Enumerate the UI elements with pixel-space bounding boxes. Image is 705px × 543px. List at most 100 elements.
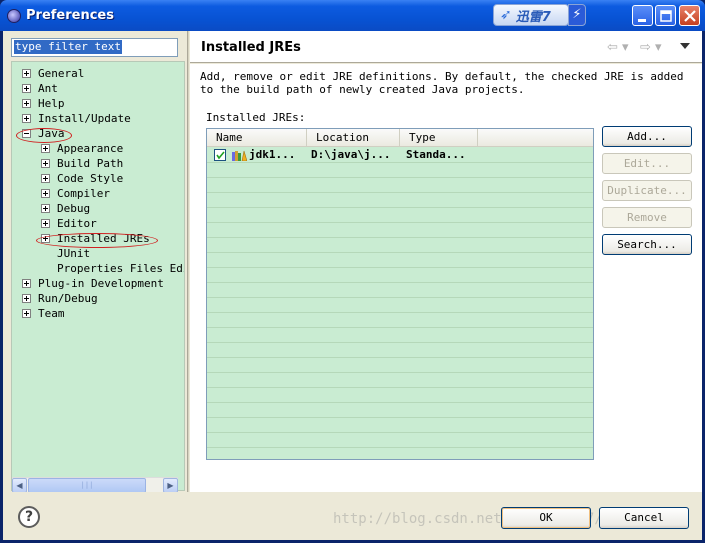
row-gridline	[207, 207, 593, 208]
page-content: Add, remove or edit JRE definitions. By …	[190, 64, 702, 492]
table-row[interactable]: jdk1... D:\java\j... Standa...	[207, 147, 593, 162]
search-button-label: Search...	[617, 238, 677, 251]
dialog-body: type filter text General Ant Help Install/U…	[3, 31, 702, 540]
back-arrow-icon[interactable]: ⇦ ▾	[607, 40, 629, 55]
row-gridline	[207, 312, 593, 313]
maximize-button[interactable]	[655, 5, 676, 26]
row-gridline	[207, 357, 593, 358]
tree-item-label: Run/Debug	[38, 292, 98, 305]
expand-icon[interactable]	[22, 99, 31, 108]
view-menu-icon[interactable]	[680, 43, 690, 49]
filter-text[interactable]: type filter text	[14, 40, 122, 54]
tree-item-label: Debug	[57, 202, 91, 215]
expand-icon[interactable]	[41, 189, 50, 198]
tree-item-label: Install/Update	[38, 112, 131, 125]
scroll-thumb[interactable]: |||	[28, 478, 146, 493]
column-header-name[interactable]: Name	[207, 129, 307, 147]
preference-tree[interactable]: General Ant Help Install/Update Java Appearan…	[11, 61, 185, 491]
annotation-circle-java	[16, 128, 72, 143]
expand-icon[interactable]	[41, 159, 50, 168]
row-gridline	[207, 372, 593, 373]
duplicate-button[interactable]: Duplicate...	[602, 180, 692, 201]
tree-item-label: Ant	[38, 82, 58, 95]
window-title: Preferences	[26, 8, 114, 23]
row-gridline	[207, 162, 593, 163]
row-gridline	[207, 192, 593, 193]
eclipse-icon	[7, 9, 21, 23]
row-gridline	[207, 402, 593, 403]
xunlei-widget[interactable]: ➶ 迅雷7	[493, 4, 569, 26]
row-gridline	[207, 447, 593, 448]
checkmark-icon	[216, 151, 225, 160]
installed-jres-label: Installed JREs:	[206, 111, 306, 124]
preferences-window: Preferences ➶ 迅雷7 ⚡ type filter text Gen…	[0, 0, 705, 543]
forward-arrow-icon[interactable]: ⇨ ▾	[640, 40, 662, 55]
tree-item-label: Plug-in Development	[38, 277, 164, 290]
tree-item-label: Help	[38, 97, 65, 110]
help-icon[interactable]: ?	[18, 506, 40, 528]
row-gridline	[207, 387, 593, 388]
row-gridline	[207, 267, 593, 268]
expand-icon[interactable]	[41, 144, 50, 153]
row-gridline	[207, 237, 593, 238]
xunlei-label: 迅雷7	[515, 9, 551, 25]
expand-icon[interactable]	[22, 294, 31, 303]
tree-item-label: Build Path	[57, 157, 124, 170]
title-bar[interactable]: Preferences ➶ 迅雷7 ⚡	[0, 0, 705, 31]
column-header-type[interactable]: Type	[400, 129, 478, 147]
remove-button-label: Remove	[627, 211, 667, 224]
cancel-button[interactable]: Cancel	[599, 507, 689, 529]
filter-input[interactable]: type filter text	[11, 38, 178, 57]
scroll-left-icon[interactable]: ◀	[12, 478, 27, 493]
minimize-icon	[638, 19, 646, 22]
expand-icon[interactable]	[22, 279, 31, 288]
page-title: Installed JREs	[201, 40, 301, 55]
jre-location-cell: D:\java\j...	[311, 148, 391, 161]
annotation-circle-installed-jres	[36, 233, 158, 248]
page-description: Add, remove or edit JRE definitions. By …	[200, 70, 684, 96]
row-gridline	[207, 432, 593, 433]
expand-icon[interactable]	[41, 204, 50, 213]
add-button[interactable]: Add...	[602, 126, 692, 147]
jre-checkbox[interactable]	[214, 149, 226, 161]
maximize-icon	[660, 10, 672, 22]
close-icon	[684, 10, 696, 22]
pane-splitter[interactable]	[187, 31, 189, 492]
page-header: Installed JREs ⇦ ▾ ⇨ ▾	[190, 31, 702, 63]
row-gridline	[207, 177, 593, 178]
close-button[interactable]	[679, 5, 700, 26]
row-gridline	[207, 417, 593, 418]
scroll-right-icon[interactable]: ▶	[163, 478, 178, 493]
row-gridline	[207, 282, 593, 283]
remove-button[interactable]: Remove	[602, 207, 692, 228]
row-gridline	[207, 252, 593, 253]
table-header: Name Location Type	[207, 129, 593, 147]
tree-horizontal-scrollbar[interactable]: ◀ ||| ▶	[12, 477, 178, 493]
dialog-footer: ? http://blog.csdn.net/u011160657/11 OK …	[3, 492, 702, 540]
expand-icon[interactable]	[22, 114, 31, 123]
expand-icon[interactable]	[41, 174, 50, 183]
expand-icon[interactable]	[22, 309, 31, 318]
tree-item-label: Editor	[57, 217, 97, 230]
edit-button[interactable]: Edit...	[602, 153, 692, 174]
tree-item-label: General	[38, 67, 85, 80]
jre-type-cell: Standa...	[406, 148, 466, 161]
column-header-location[interactable]: Location	[307, 129, 400, 147]
lightning-icon[interactable]: ⚡	[568, 4, 586, 26]
jre-library-icon	[232, 150, 247, 161]
jre-table[interactable]: Name Location Type jdk1... D:\java\j... …	[206, 128, 594, 460]
add-button-label: Add...	[627, 130, 667, 143]
tree-item-label: Code Style	[57, 172, 124, 185]
duplicate-button-label: Duplicate...	[607, 184, 687, 197]
tree-item-label: Appearance	[57, 142, 124, 155]
minimize-button[interactable]	[632, 5, 653, 26]
expand-icon[interactable]	[22, 84, 31, 93]
row-gridline	[207, 297, 593, 298]
expand-icon[interactable]	[41, 219, 50, 228]
expand-icon[interactable]	[22, 69, 31, 78]
ok-button[interactable]: OK	[501, 507, 591, 529]
xunlei-bird-icon: ➶	[500, 7, 512, 23]
row-gridline	[207, 327, 593, 328]
search-button[interactable]: Search...	[602, 234, 692, 255]
tree-item-label: Properties Files Edit	[57, 262, 185, 275]
